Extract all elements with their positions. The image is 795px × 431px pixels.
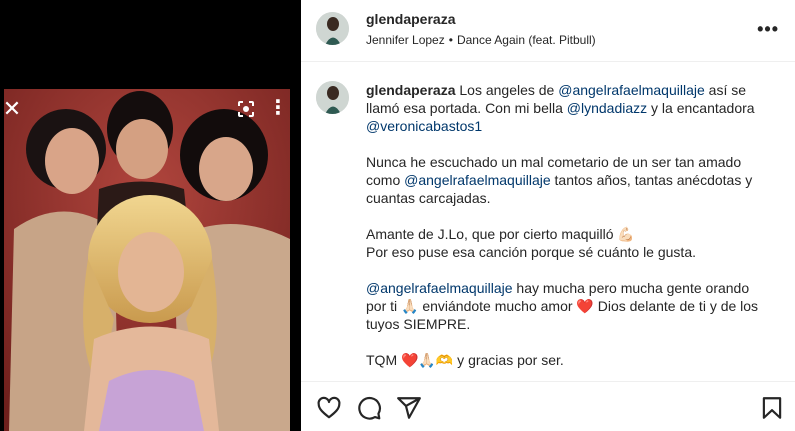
caption-avatar[interactable] [316,81,349,114]
caption-paragraph-1: glendaperaza Los angeles de @angelrafael… [366,81,766,135]
caption-paragraph-3: Amante de J.Lo, que por cierto maquilló … [366,225,766,261]
mention-link[interactable]: @veronicabastos1 [366,118,482,134]
post-details: glendaperaza Jennifer Lopez • Dance Again … [301,0,795,431]
mention-link[interactable]: @angelrafaelmaquillaje [366,280,513,296]
caption-line: Amante de J.Lo, que por cierto maquilló … [366,226,635,242]
mention-link[interactable]: @angelrafaelmaquillaje [404,172,551,188]
mention-link[interactable]: @lyndadiazz [567,100,647,116]
music-track[interactable]: Dance Again (feat. Pitbull) [457,33,596,47]
more-vertical-icon[interactable]: ⋮ [268,97,288,119]
post-viewer: ✕ ⋮ glendaperaza Jennifer Lopez • Dance Ag… [0,0,795,431]
action-bar [301,381,795,431]
google-lens-icon[interactable] [236,99,256,119]
music-artist[interactable]: Jennifer Lopez [366,33,445,47]
caption-line: Por eso puse esa canción porque sé cuánt… [366,244,696,260]
caption-text: glendaperaza Los angeles de @angelrafael… [366,81,766,381]
bookmark-icon[interactable] [759,395,785,421]
music-info[interactable]: Jennifer Lopez • Dance Again (feat. Pitbul… [366,33,596,47]
caption-paragraph-2: Nunca he escuchado un mal cometario de u… [366,153,766,207]
caption-segment: y la encantadora [647,100,755,116]
post-photo[interactable] [4,89,290,431]
photo-illustration [4,89,290,431]
caption-area: glendaperaza Los angeles de @angelrafael… [301,63,795,381]
share-icon[interactable] [396,395,422,421]
music-separator: • [448,33,453,47]
caption-paragraph-4: @angelrafaelmaquillaje hay mucha pero mu… [366,279,766,333]
caption-segment: Los angeles de [459,82,559,98]
post-header: glendaperaza Jennifer Lopez • Dance Again … [301,0,795,62]
close-icon[interactable]: ✕ [2,98,22,120]
caption-paragraph-5: TQM ❤️🙏🏻🫶 y gracias por ser. [366,352,564,368]
media-panel: ✕ ⋮ [0,0,301,431]
comment-icon[interactable] [356,395,382,421]
username[interactable]: glendaperaza [366,11,455,27]
caption-username[interactable]: glendaperaza [366,82,455,98]
avatar[interactable] [316,12,349,45]
mention-link[interactable]: @angelrafaelmaquillaje [558,82,705,98]
more-options-icon[interactable]: ••• [757,19,779,40]
heart-icon[interactable] [316,395,342,421]
